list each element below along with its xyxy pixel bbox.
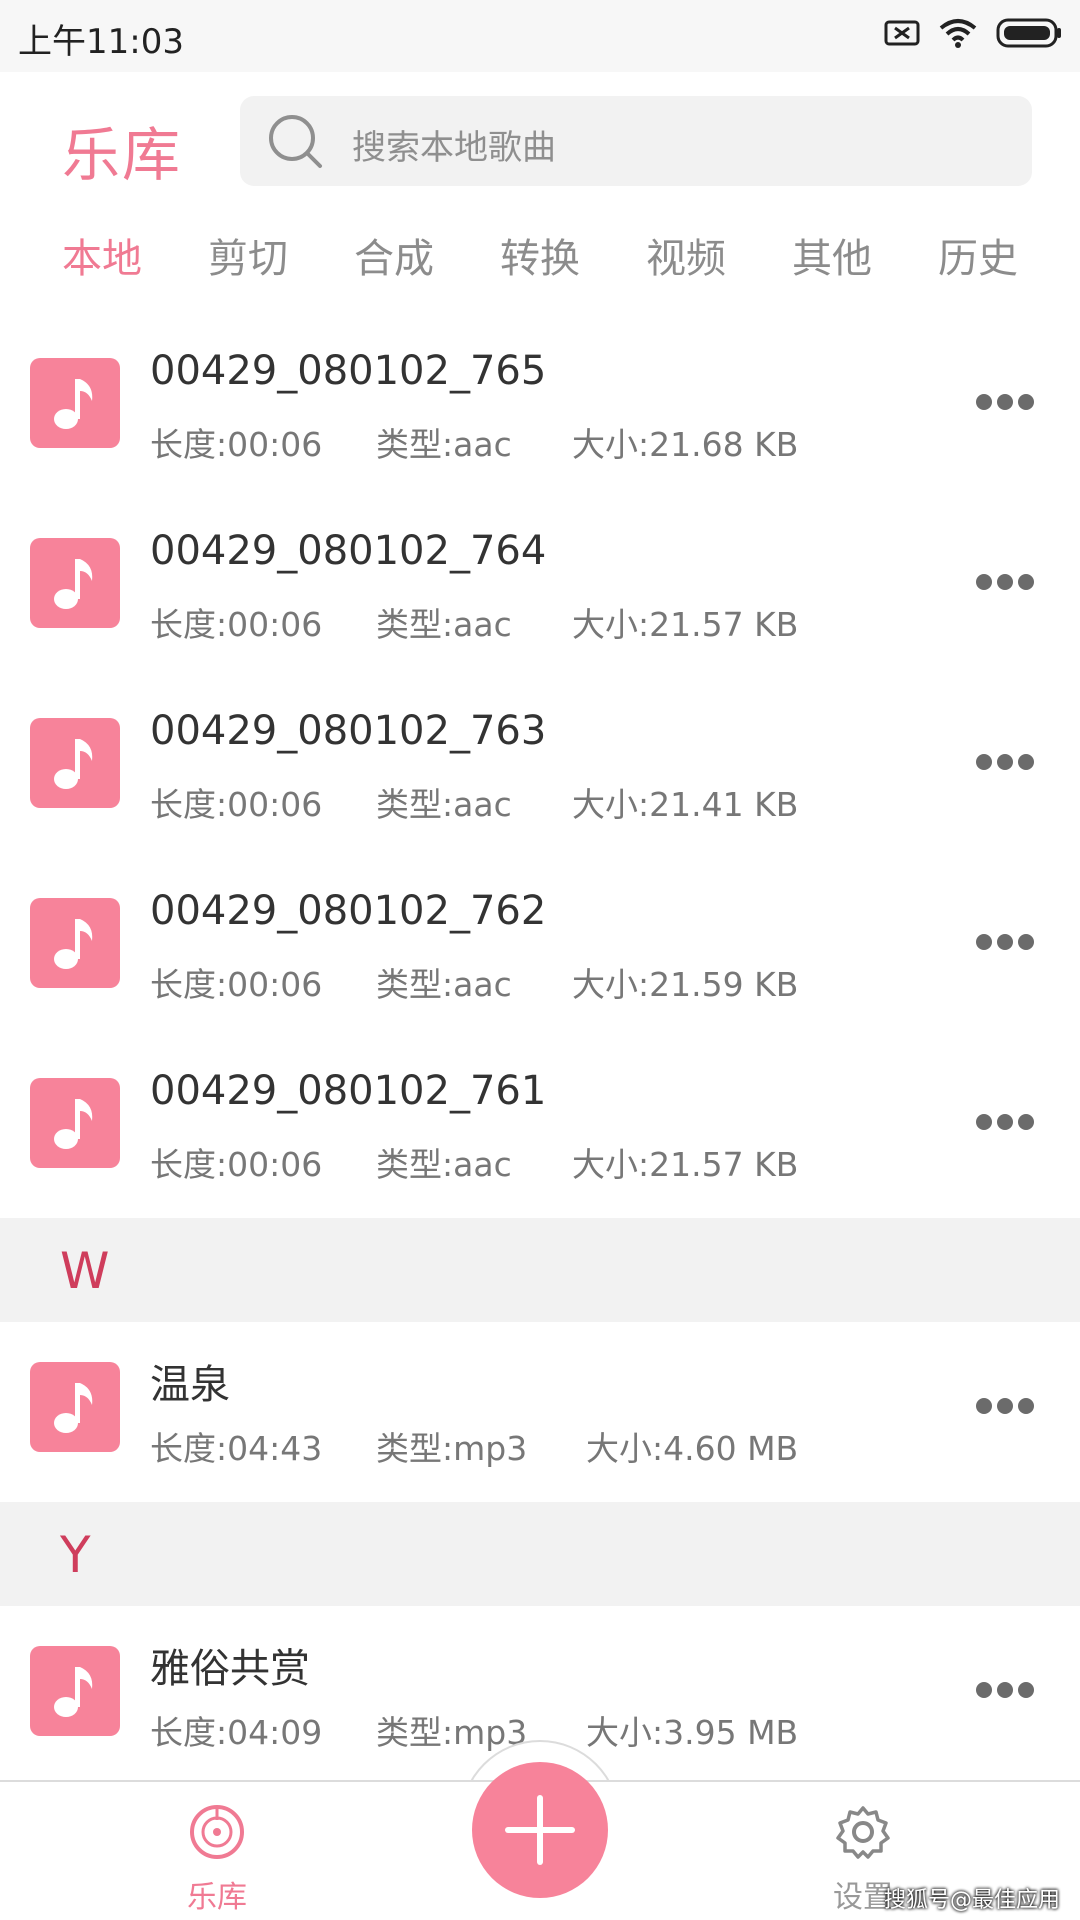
status-time: 上午11:03 xyxy=(18,22,184,62)
music-note-icon xyxy=(30,898,120,988)
tab-convert[interactable]: 转换 xyxy=(500,226,580,284)
add-button[interactable] xyxy=(472,1762,608,1898)
song-row[interactable]: 00429_080102_762 长度:00:06 类型:aac 大小:21.5… xyxy=(0,858,1080,1038)
wifi-icon xyxy=(939,19,977,48)
watermark: 搜狐号@最佳应用 xyxy=(884,1888,1061,1913)
song-size: 大小:3.95 MB xyxy=(586,1713,799,1752)
song-length: 长度:00:06 xyxy=(150,785,323,824)
song-type: 类型:mp3 xyxy=(376,1429,528,1468)
song-title: 00429_080102_762 xyxy=(150,888,547,934)
song-length: 长度:00:06 xyxy=(150,965,323,1004)
no-sim-icon xyxy=(884,20,920,46)
song-length: 长度:04:43 xyxy=(150,1429,323,1468)
tab-cut[interactable]: 剪切 xyxy=(208,226,288,284)
tab-bar: 本地 剪切 合成 转换 视频 其他 历史 xyxy=(0,218,1080,298)
search-input[interactable]: 搜索本地歌曲 xyxy=(240,96,1032,186)
tab-local[interactable]: 本地 xyxy=(62,226,142,284)
section-header-w: W xyxy=(0,1218,1080,1322)
header: 乐库 搜索本地歌曲 xyxy=(0,72,1080,202)
status-bar: 上午11:03 xyxy=(0,0,1080,72)
section-letter: Y xyxy=(60,1526,91,1584)
song-size: 大小:21.59 KB xyxy=(572,965,799,1004)
more-icon[interactable] xyxy=(970,1108,1040,1138)
song-row[interactable]: 00429_080102_763 长度:00:06 类型:aac 大小:21.4… xyxy=(0,678,1080,858)
song-length: 长度:00:06 xyxy=(150,605,323,644)
song-list: 00429_080102_765 长度:00:06 类型:aac 大小:21.6… xyxy=(0,318,1080,1786)
search-placeholder: 搜索本地歌曲 xyxy=(352,128,556,168)
section-header-y: Y xyxy=(0,1502,1080,1606)
search-icon xyxy=(269,115,322,168)
nav-library[interactable]: 乐库 xyxy=(147,1802,287,1916)
music-note-icon xyxy=(30,358,120,448)
battery-icon xyxy=(996,18,1061,48)
song-title: 温泉 xyxy=(150,1362,230,1408)
song-type: 类型:aac xyxy=(376,605,512,644)
music-note-icon xyxy=(30,1078,120,1168)
song-title: 00429_080102_761 xyxy=(150,1068,547,1114)
song-type: 类型:mp3 xyxy=(376,1713,528,1752)
song-length: 长度:04:09 xyxy=(150,1713,323,1752)
music-note-icon xyxy=(30,1362,120,1452)
tab-merge[interactable]: 合成 xyxy=(354,226,434,284)
music-note-icon xyxy=(30,718,120,808)
song-size: 大小:4.60 MB xyxy=(586,1429,799,1468)
song-title: 00429_080102_763 xyxy=(150,708,547,754)
page-title: 乐库 xyxy=(62,121,183,189)
song-type: 类型:aac xyxy=(376,425,512,464)
gear-icon xyxy=(836,1806,890,1859)
song-row[interactable]: 00429_080102_765 长度:00:06 类型:aac 大小:21.6… xyxy=(0,318,1080,498)
tab-other[interactable]: 其他 xyxy=(792,226,872,284)
nav-library-label: 乐库 xyxy=(187,1880,247,1915)
song-row[interactable]: 00429_080102_761 长度:00:06 类型:aac 大小:21.5… xyxy=(0,1038,1080,1218)
song-row[interactable]: 00429_080102_764 长度:00:06 类型:aac 大小:21.5… xyxy=(0,498,1080,678)
song-size: 大小:21.57 KB xyxy=(572,1145,799,1184)
song-type: 类型:aac xyxy=(376,965,512,1004)
song-type: 类型:aac xyxy=(376,1145,512,1184)
plus-icon xyxy=(505,1795,575,1865)
vinyl-icon xyxy=(190,1805,244,1859)
song-title: 雅俗共赏 xyxy=(150,1646,310,1692)
more-icon[interactable] xyxy=(970,1676,1040,1706)
more-icon[interactable] xyxy=(970,1392,1040,1422)
song-title: 00429_080102_764 xyxy=(150,528,547,574)
song-title: 00429_080102_765 xyxy=(150,348,547,394)
music-note-icon xyxy=(30,1646,120,1736)
song-size: 大小:21.57 KB xyxy=(572,605,799,644)
more-icon[interactable] xyxy=(970,748,1040,778)
song-row[interactable]: 温泉 长度:04:43 类型:mp3 大小:4.60 MB xyxy=(0,1322,1080,1502)
status-icons xyxy=(884,18,1062,48)
song-length: 长度:00:06 xyxy=(150,425,323,464)
tab-history[interactable]: 历史 xyxy=(938,226,1018,284)
more-icon[interactable] xyxy=(970,928,1040,958)
section-letter: W xyxy=(60,1242,110,1300)
more-icon[interactable] xyxy=(970,568,1040,598)
song-type: 类型:aac xyxy=(376,785,512,824)
song-size: 大小:21.68 KB xyxy=(572,425,799,464)
more-icon[interactable] xyxy=(970,388,1040,418)
tab-video[interactable]: 视频 xyxy=(646,226,726,284)
song-size: 大小:21.41 KB xyxy=(572,785,799,824)
music-note-icon xyxy=(30,538,120,628)
song-length: 长度:00:06 xyxy=(150,1145,323,1184)
